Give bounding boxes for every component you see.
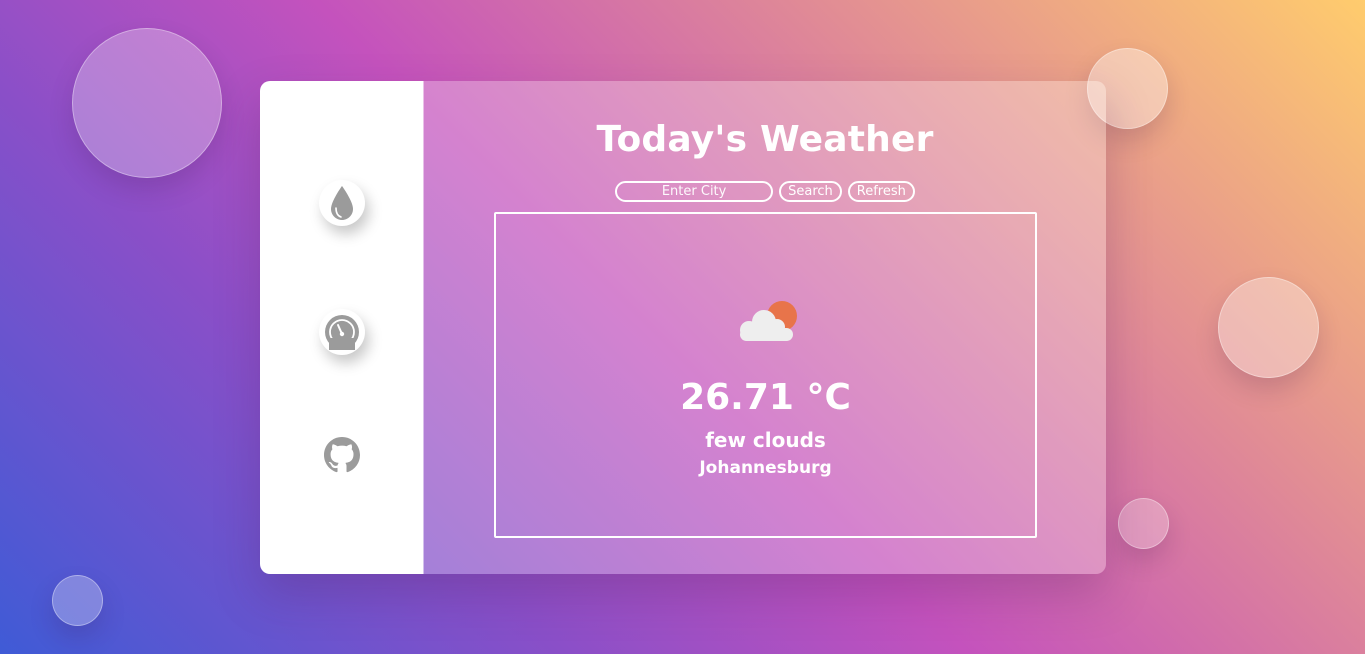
search-button[interactable]: Search — [779, 181, 842, 202]
sidebar — [260, 81, 423, 574]
city-search-input[interactable] — [615, 181, 774, 202]
refresh-button[interactable]: Refresh — [847, 181, 915, 202]
github-icon — [324, 437, 360, 473]
background-bubble — [72, 28, 222, 178]
sidebar-item-pressure[interactable] — [319, 309, 365, 355]
search-bar: Search Refresh — [424, 181, 1106, 202]
sidebar-item-humidity[interactable] — [319, 180, 365, 226]
partly-cloudy-icon — [740, 301, 797, 341]
weather-description: few clouds — [705, 428, 826, 452]
city-name: Johannesburg — [699, 458, 832, 478]
page-title: Today's Weather — [596, 119, 934, 160]
weather-card: Today's Weather Search Refresh 26.71 °C … — [260, 81, 1106, 574]
background-bubble — [1118, 498, 1169, 549]
water-drop-icon — [331, 186, 353, 220]
weather-display: 26.71 °C few clouds Johannesburg — [494, 212, 1037, 538]
temperature-value: 26.71 °C — [680, 377, 851, 418]
sidebar-item-github[interactable] — [319, 432, 365, 478]
background-bubble — [1218, 277, 1319, 378]
background-bubble — [52, 575, 103, 626]
gauge-icon — [325, 315, 359, 350]
main-panel: Today's Weather Search Refresh 26.71 °C … — [423, 81, 1106, 574]
